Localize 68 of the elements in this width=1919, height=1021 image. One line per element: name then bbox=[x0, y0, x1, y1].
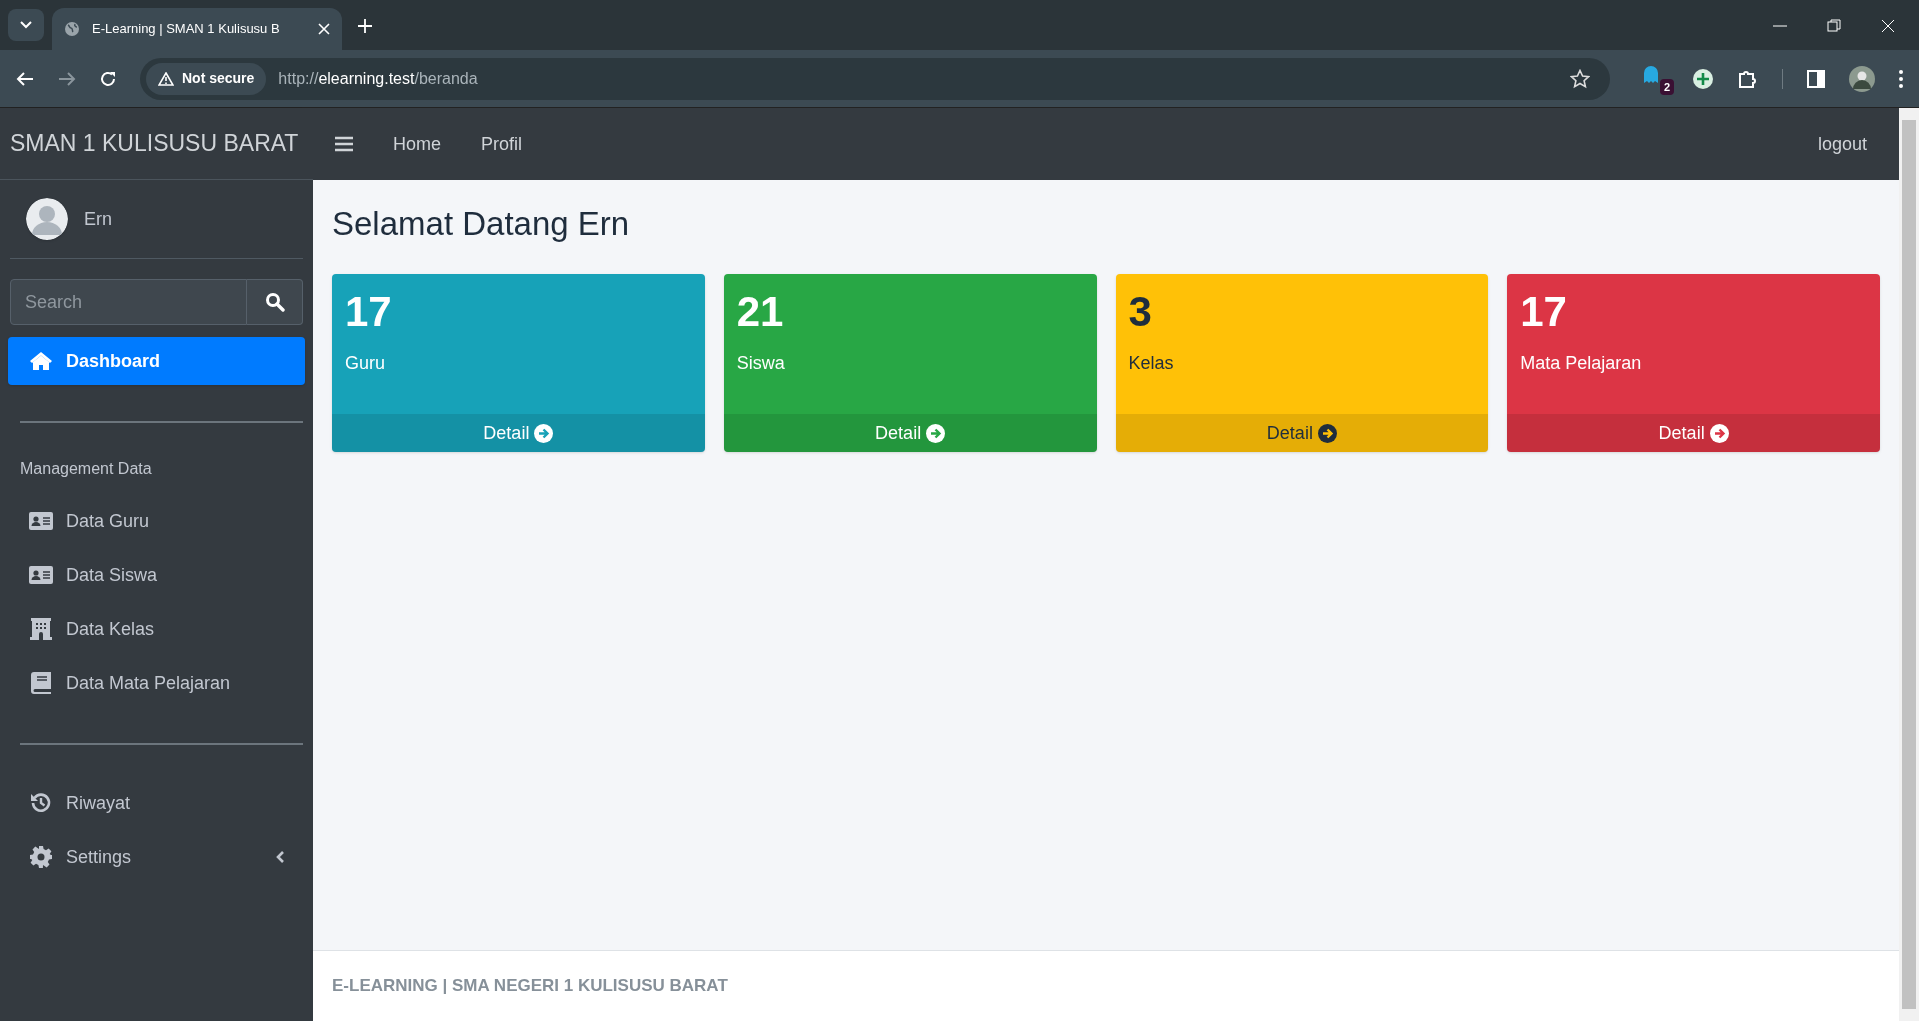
stat-label: Kelas bbox=[1128, 352, 1175, 375]
search-field[interactable]: Search bbox=[10, 279, 247, 325]
page-title: Selamat Datang Ern bbox=[332, 204, 631, 244]
history-icon bbox=[30, 792, 52, 814]
nav-heading: Management Data bbox=[19, 459, 153, 479]
security-chip[interactable]: Not secure bbox=[146, 62, 267, 95]
id-card-icon bbox=[29, 512, 53, 530]
star-icon[interactable] bbox=[1570, 68, 1590, 89]
menu-icon[interactable] bbox=[335, 136, 353, 152]
reload-icon[interactable] bbox=[100, 70, 116, 87]
restore-icon[interactable] bbox=[1827, 19, 1841, 33]
close-icon[interactable] bbox=[318, 23, 330, 35]
book-icon bbox=[31, 672, 51, 694]
forward-icon[interactable] bbox=[58, 70, 76, 87]
profile-avatar-icon[interactable] bbox=[1849, 65, 1875, 92]
tab-list-button[interactable] bbox=[8, 9, 44, 41]
plus-circle-icon[interactable] bbox=[1692, 67, 1714, 90]
globe-icon bbox=[64, 21, 80, 37]
logout-link[interactable]: logout bbox=[1817, 130, 1867, 158]
sidebar-item[interactable]: Riwayat bbox=[8, 779, 305, 827]
browser-tab[interactable]: E-Learning | SMAN 1 Kulisusu B bbox=[52, 8, 342, 50]
user-name: Ern bbox=[84, 207, 112, 231]
detail-link[interactable]: Detail bbox=[723, 414, 1097, 452]
detail-link[interactable]: Detail bbox=[332, 414, 705, 452]
stat-count: 21 bbox=[736, 287, 785, 337]
stat-label: Guru bbox=[345, 352, 387, 375]
nav-link[interactable]: Profil bbox=[481, 130, 523, 158]
avatar bbox=[26, 198, 68, 240]
warning-icon bbox=[158, 71, 174, 86]
count-badge: 2 bbox=[1659, 78, 1674, 95]
footer-text: E-LEARNING | SMA NEGERI 1 KULISUSU BARAT bbox=[332, 975, 728, 998]
close-icon[interactable] bbox=[1881, 19, 1895, 33]
menu-icon[interactable] bbox=[1899, 69, 1903, 88]
stat-label: Mata Pelajaran bbox=[1520, 352, 1643, 375]
arrow-right-circle-icon bbox=[926, 423, 946, 443]
arrow-right-circle-icon bbox=[1317, 423, 1337, 443]
sidebar-item[interactable]: Settings bbox=[8, 833, 305, 881]
id-card-icon bbox=[29, 566, 53, 584]
address-bar[interactable]: Not secure http://elearning.test/beranda bbox=[140, 57, 1610, 100]
search-button[interactable] bbox=[247, 279, 303, 325]
new-tab-icon[interactable] bbox=[358, 19, 372, 33]
puzzle-icon[interactable] bbox=[1738, 68, 1758, 89]
sidebar-item[interactable]: Data Mata Pelajaran bbox=[8, 659, 305, 707]
search-icon bbox=[264, 292, 285, 312]
ghost-icon[interactable] bbox=[1642, 64, 1660, 85]
caret-down-icon bbox=[20, 21, 32, 29]
chevron-left-icon bbox=[276, 850, 285, 864]
sidebar-item[interactable]: Dashboard bbox=[8, 337, 305, 385]
building-icon bbox=[30, 618, 52, 640]
stat-label: Siswa bbox=[736, 352, 786, 375]
nav-link[interactable]: Home bbox=[393, 130, 441, 158]
side-panel-icon[interactable] bbox=[1807, 69, 1825, 88]
detail-link[interactable]: Detail bbox=[1115, 414, 1489, 452]
stat-count: 3 bbox=[1128, 287, 1153, 337]
url-text: http://elearning.test/beranda bbox=[278, 68, 478, 89]
tab-title: E-Learning | SMAN 1 Kulisusu B bbox=[92, 20, 281, 39]
gear-icon bbox=[30, 846, 52, 868]
stat-count: 17 bbox=[1520, 287, 1568, 337]
arrow-right-circle-icon bbox=[1709, 423, 1729, 443]
brand-title: SMAN 1 KULISUSU BARAT bbox=[10, 129, 299, 159]
sidebar-item[interactable]: Data Kelas bbox=[8, 605, 305, 653]
detail-link[interactable]: Detail bbox=[1507, 414, 1880, 452]
sidebar-item[interactable]: Data Guru bbox=[8, 497, 305, 545]
sidebar-item[interactable]: Data Siswa bbox=[8, 551, 305, 599]
back-icon[interactable] bbox=[16, 70, 34, 87]
stat-count: 17 bbox=[345, 287, 393, 337]
arrow-right-circle-icon bbox=[534, 423, 554, 443]
home-icon bbox=[29, 351, 53, 371]
